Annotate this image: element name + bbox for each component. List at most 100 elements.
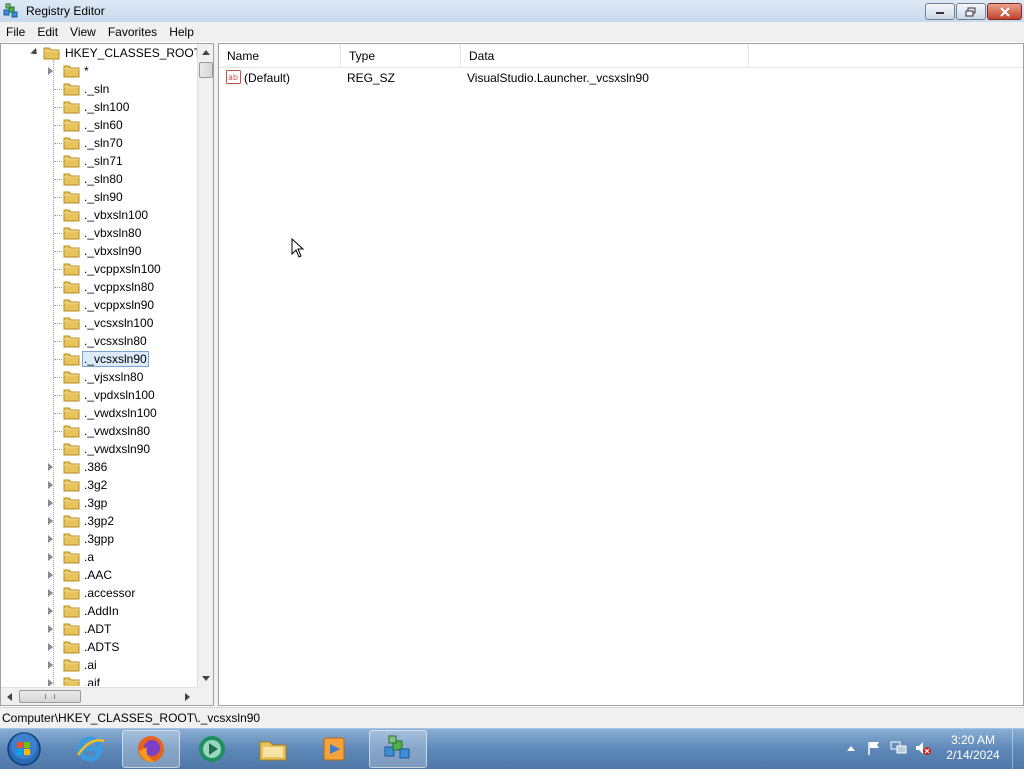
taskbar-media-player[interactable] [305,730,363,768]
tree-item[interactable]: ._sln70 [1,134,197,152]
action-center-flag-icon[interactable] [866,740,882,756]
column-header-type[interactable]: Type [341,44,461,67]
column-header-data[interactable]: Data [461,44,749,67]
tree-item-label: ._sln60 [84,118,123,132]
tree-root-item[interactable]: HKEY_CLASSES_ROOT [1,44,197,62]
tree-item[interactable]: .ai [1,656,197,674]
folder-icon [63,623,80,636]
show-desktop-button[interactable] [1012,729,1024,769]
expand-arrow-icon[interactable] [48,661,53,669]
expand-arrow-icon[interactable] [48,463,53,471]
tree-item[interactable]: ._vcppxsln90 [1,296,197,314]
taskbar-registry-editor[interactable] [369,730,427,768]
tree-item[interactable]: ._vwdxsln100 [1,404,197,422]
expand-arrow-icon[interactable] [48,643,53,651]
tree-item[interactable]: ._vcsxsln100 [1,314,197,332]
taskbar-clock[interactable]: 3:20 AM 2/14/2024 [930,733,1016,763]
tree-item[interactable]: ._sln [1,80,197,98]
tree-item[interactable]: .3gpp [1,530,197,548]
tree-item[interactable]: ._vcsxsln90 [1,350,197,368]
window-title: Registry Editor [26,4,105,18]
scroll-up-arrow-icon[interactable] [202,50,210,55]
taskbar-file-explorer[interactable] [244,730,302,768]
tree-item-label: .3g2 [84,478,108,492]
scroll-down-arrow-icon[interactable] [202,676,210,681]
tree-connector-line [54,359,62,360]
tree-item[interactable]: ._sln90 [1,188,197,206]
expand-arrow-icon[interactable] [48,517,53,525]
expand-arrow-icon[interactable] [48,625,53,633]
tree-item[interactable]: ._vpdxsln100 [1,386,197,404]
tree-item[interactable]: .3g2 [1,476,197,494]
menu-edit[interactable]: Edit [31,25,64,39]
folder-icon [63,497,80,510]
menu-bar: File Edit View Favorites Help [0,22,1024,42]
network-icon[interactable] [890,740,908,756]
folder-icon [63,281,80,294]
tree-item[interactable]: .accessor [1,584,197,602]
tree-item[interactable]: ._sln100 [1,98,197,116]
string-value-icon: ab [226,70,241,84]
tree-item[interactable]: ._vwdxsln90 [1,440,197,458]
tree-item[interactable]: ._vjsxsln80 [1,368,197,386]
tree-item[interactable]: .3gp2 [1,512,197,530]
tree-connector-line [54,377,62,378]
expand-arrow-icon[interactable] [48,589,53,597]
scroll-right-arrow-icon[interactable] [185,693,190,701]
tree-item[interactable]: .AddIn [1,602,197,620]
start-button-icon[interactable] [4,730,44,768]
expand-arrow-icon[interactable] [48,481,53,489]
folder-icon [63,191,80,204]
tree-connector-line [54,449,62,450]
tree-item[interactable]: ._vbxsln100 [1,206,197,224]
tree-item[interactable]: .ADT [1,620,197,638]
scroll-left-arrow-icon[interactable] [7,693,12,701]
taskbar-firefox[interactable] [122,730,180,768]
value-row[interactable]: ab (Default) REG_SZ VisualStudio.Launche… [219,68,1023,87]
tree-item[interactable]: * [1,62,197,80]
expand-arrow-icon[interactable] [48,499,53,507]
tree-item[interactable]: .aif [1,674,197,686]
minimize-button[interactable] [925,3,955,20]
tree-item[interactable]: ._vbxsln90 [1,242,197,260]
values-list-pane: Name Type Data ab (Default) REG_SZ Visua… [218,43,1024,706]
collapse-arrow-icon[interactable] [30,47,40,58]
menu-help[interactable]: Help [163,25,200,39]
tree-item[interactable]: .ADTS [1,638,197,656]
value-data: VisualStudio.Launcher._vcsxsln90 [467,71,649,85]
tree-item[interactable]: .386 [1,458,197,476]
scroll-thumb[interactable] [199,62,213,78]
restore-button[interactable] [956,3,986,20]
tree-item[interactable]: ._vwdxsln80 [1,422,197,440]
taskbar-internet-explorer[interactable] [61,730,119,768]
folder-icon [63,101,80,114]
tree-item[interactable]: ._sln60 [1,116,197,134]
menu-favorites[interactable]: Favorites [102,25,163,39]
expand-arrow-icon[interactable] [48,535,53,543]
close-button[interactable] [987,3,1022,20]
expand-arrow-icon[interactable] [48,67,53,75]
tree-item[interactable]: ._vcppxsln100 [1,260,197,278]
clock-time: 3:20 AM [950,733,996,747]
menu-file[interactable]: File [0,25,31,39]
tree-item-label: .AddIn [84,604,119,618]
tree-item[interactable]: ._vcsxsln80 [1,332,197,350]
column-header-name[interactable]: Name [219,44,341,67]
expand-arrow-icon[interactable] [48,571,53,579]
tree-item[interactable]: ._vbxsln80 [1,224,197,242]
tree-item[interactable]: ._sln80 [1,170,197,188]
expand-arrow-icon[interactable] [48,553,53,561]
scroll-thumb-horizontal[interactable] [19,690,81,703]
tree-item[interactable]: .3gp [1,494,197,512]
tree-vertical-scrollbar[interactable] [197,44,213,687]
tree-item[interactable]: .AAC [1,566,197,584]
taskbar-media-center[interactable] [183,730,241,768]
tree-item[interactable]: .a [1,548,197,566]
menu-view[interactable]: View [64,25,102,39]
expand-arrow-icon[interactable] [48,679,53,686]
tree-item[interactable]: ._sln71 [1,152,197,170]
tree-item[interactable]: ._vcppxsln80 [1,278,197,296]
show-hidden-icons-icon[interactable] [846,744,856,752]
expand-arrow-icon[interactable] [48,607,53,615]
tree-horizontal-scrollbar[interactable] [1,687,197,705]
